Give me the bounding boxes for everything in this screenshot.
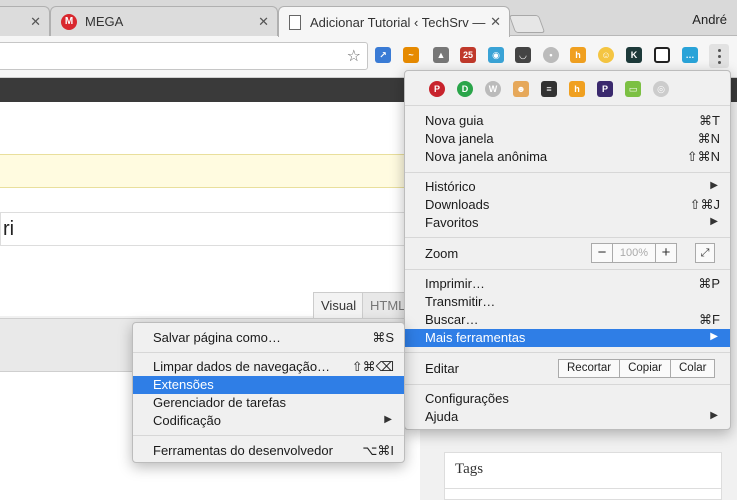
wordpress-icon[interactable]: W <box>485 81 501 97</box>
close-tab-icon[interactable]: ✕ <box>490 14 501 30</box>
tab-label: Adicionar Tutorial ‹ TechSrv — <box>310 14 486 30</box>
divider <box>405 384 730 385</box>
editor-area <box>0 102 420 316</box>
divider <box>405 269 730 270</box>
divider <box>133 352 404 353</box>
tab-label: MEGA <box>85 14 124 29</box>
menu-item-ferramentas-desenvolvedor[interactable]: Ferramentas do desenvolvedor ⌥⌘I <box>133 442 404 460</box>
user-profile-name[interactable]: André <box>692 12 727 27</box>
tab-mega[interactable]: M MEGA ✕ <box>50 6 278 36</box>
zoom-out-button[interactable]: − <box>592 244 612 262</box>
tab-partial[interactable]: ✕ <box>0 6 50 36</box>
bookmark-star-icon[interactable]: ☆ <box>347 46 361 66</box>
address-bar[interactable]: ☆ <box>0 42 368 70</box>
submenu-arrow-icon: ▶ <box>384 414 392 425</box>
tab-visual[interactable]: Visual <box>313 292 365 318</box>
document-icon <box>289 14 301 30</box>
close-tab-icon[interactable]: ✕ <box>30 14 41 30</box>
ext-camera-icon[interactable]: ◉ <box>488 47 504 63</box>
edit-button-group: Recortar Copiar Colar <box>558 359 716 378</box>
divider <box>405 352 730 353</box>
tags-heading: Tags <box>455 461 484 477</box>
menu-item-transmitir[interactable]: Transmitir… <box>405 293 730 311</box>
menu-item-buscar[interactable]: Buscar… ⌘F <box>405 311 730 329</box>
ext-trend-icon[interactable]: ~ <box>403 47 419 63</box>
ext-grey-icon[interactable]: ◎ <box>653 81 669 97</box>
paste-button[interactable]: Colar <box>671 360 714 377</box>
menu-item-gerenciador-tarefas[interactable]: Gerenciador de tarefas <box>133 394 404 412</box>
cut-button[interactable]: Recortar <box>559 360 621 377</box>
menu-item-nova-guia[interactable]: Nova guia ⌘T <box>405 112 730 130</box>
menu-item-downloads[interactable]: Downloads ⇧⌘J <box>405 196 730 214</box>
post-title-field[interactable]: ri <box>0 212 420 246</box>
ext-calendar-icon[interactable]: 25 <box>460 47 476 63</box>
divider <box>405 237 730 238</box>
menu-item-mais-ferramentas[interactable]: Mais ferramentas ▶ <box>405 329 730 347</box>
menu-item-extensoes[interactable]: Extensões <box>133 376 404 394</box>
menu-item-ajuda[interactable]: Ajuda ▶ <box>405 408 730 426</box>
ext-copy-icon[interactable] <box>654 47 670 63</box>
ext-k-icon[interactable]: K <box>626 47 642 63</box>
ext-chat-green-icon[interactable]: ▭ <box>625 81 641 97</box>
close-tab-icon[interactable]: ✕ <box>258 14 269 30</box>
menu-item-salvar-pagina[interactable]: Salvar página como… ⌘S <box>133 329 404 347</box>
menu-item-nova-janela-anonima[interactable]: Nova janela anônima ⇧⌘N <box>405 148 730 166</box>
ext-chat-icon[interactable]: … <box>682 47 698 63</box>
chrome-menu-button[interactable] <box>709 44 729 68</box>
notice-banner <box>0 154 420 188</box>
menu-item-nova-janela[interactable]: Nova janela ⌘N <box>405 130 730 148</box>
more-tools-submenu: Salvar página como… ⌘S Limpar dados de na… <box>132 322 405 463</box>
tags-box: Tags <box>444 452 722 500</box>
new-tab-button[interactable] <box>508 15 546 33</box>
menu-item-favoritos[interactable]: Favoritos ▶ <box>405 214 730 232</box>
copy-button[interactable]: Copiar <box>620 360 671 377</box>
menu-item-zoom: Zoom <box>425 246 459 261</box>
submenu-arrow-icon: ▶ <box>710 410 718 421</box>
submenu-arrow-icon: ▶ <box>710 180 718 191</box>
menu-item-configuracoes[interactable]: Configurações <box>405 390 730 408</box>
menu-item-historico[interactable]: Histórico ▶ <box>405 178 730 196</box>
divider <box>405 105 730 106</box>
divider <box>405 172 730 173</box>
zoom-control: − 100% + <box>591 243 677 263</box>
pinterest-icon[interactable]: P <box>429 81 445 97</box>
mega-icon: M <box>61 13 77 30</box>
tab-strip: ✕ M MEGA ✕ Adicionar Tutorial ‹ TechSrv … <box>0 0 737 37</box>
fullscreen-icon[interactable]: ⤢ <box>695 243 715 263</box>
hubspot-icon[interactable]: h <box>569 81 585 97</box>
menu-item-limpar-dados[interactable]: Limpar dados de navegação… ⇧⌘⌫ <box>133 358 404 376</box>
submenu-arrow-icon: ▶ <box>710 216 718 227</box>
menu-item-imprimir[interactable]: Imprimir… ⌘P <box>405 275 730 293</box>
menu-item-codificacao[interactable]: Codificação ▶ <box>133 412 404 430</box>
ext-p-icon[interactable]: P <box>597 81 613 97</box>
divider <box>445 488 721 489</box>
tab-adicionar-tutorial[interactable]: Adicionar Tutorial ‹ TechSrv — ✕ <box>278 6 510 37</box>
chrome-main-menu: P D W ☻ ≡ h P ▭ ◎ Nova guia ⌘T Nova janel… <box>404 70 731 430</box>
ext-face-icon[interactable]: ☻ <box>513 81 529 97</box>
ext-emoji-icon[interactable]: ☺ <box>598 47 614 63</box>
zoom-in-button[interactable]: + <box>656 244 676 262</box>
ext-puzzle-icon[interactable]: ▲ <box>433 47 449 63</box>
buffer-icon[interactable]: ≡ <box>541 81 557 97</box>
ext-disabled-icon[interactable]: • <box>543 47 559 63</box>
zoom-level: 100% <box>612 244 656 262</box>
ext-green-icon[interactable]: D <box>457 81 473 97</box>
submenu-arrow-icon: ▶ <box>710 331 718 342</box>
ext-chart-icon[interactable]: ↗ <box>375 47 391 63</box>
divider <box>133 435 404 436</box>
menu-extension-row: P D W ☻ ≡ h P ▭ ◎ <box>405 71 730 105</box>
ext-hubspot-icon[interactable]: h <box>570 47 586 63</box>
ext-pocket-icon[interactable]: ◡ <box>515 47 531 63</box>
